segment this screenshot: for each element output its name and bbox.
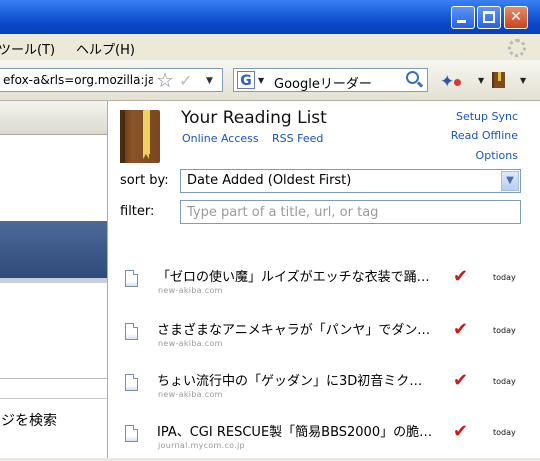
item-domain: journal.mycom.co.jp: [158, 441, 245, 450]
item-date: today: [493, 326, 516, 335]
sort-select[interactable]: Date Added (Oldest First) ▼: [180, 169, 521, 193]
page-tab[interactable]: [0, 101, 107, 135]
page-banner: [0, 221, 107, 278]
sidebar-title: Your Reading List: [181, 108, 327, 128]
item-title[interactable]: さまざまなアニメキャラが「パンヤ」でダンスを披露…: [157, 319, 435, 338]
page-search-text[interactable]: ジを検索: [1, 410, 57, 430]
document-icon: [125, 323, 138, 340]
mark-read-checkmark-icon[interactable]: ✔: [453, 421, 468, 442]
filter-label: filter:: [120, 204, 155, 219]
divider: [0, 398, 107, 399]
reading-list-dropdown-icon[interactable]: ▼: [520, 76, 526, 85]
menubar: ツール(T) ヘルプ(H): [0, 34, 540, 60]
google-engine-icon[interactable]: G: [237, 71, 255, 89]
search-bar[interactable]: G ▼ Googleリーダー: [233, 68, 428, 92]
document-icon: [125, 425, 138, 442]
filter-input[interactable]: [180, 200, 521, 224]
engine-dropdown-icon[interactable]: ▼: [258, 76, 264, 85]
online-access-link[interactable]: Online Access: [182, 132, 259, 145]
maximize-button[interactable]: [477, 6, 501, 29]
divider: [0, 378, 107, 379]
close-button[interactable]: ✕: [504, 6, 528, 29]
item-date: today: [493, 428, 516, 437]
addon-dropdown-icon[interactable]: ▼: [478, 76, 484, 85]
bookmark-star-icon[interactable]: ☆: [156, 69, 174, 91]
item-title[interactable]: ちょい流行中の「ゲッダン」に3D初音ミクや魔理…: [157, 370, 435, 389]
window-titlebar: ✕: [0, 0, 540, 34]
document-icon: [125, 374, 138, 391]
document-icon: [125, 270, 138, 287]
addon-icon[interactable]: ✦: [440, 72, 454, 92]
addon-badge-icon: [454, 79, 461, 86]
item-title[interactable]: 「ゼロの使い魔」ルイズがエッチな衣装で踊っち…: [157, 266, 435, 285]
reading-list-sidebar: Your Reading List Online Access RSS Feed…: [107, 101, 540, 458]
mark-read-checkmark-icon[interactable]: ✔: [453, 266, 468, 287]
book-icon: [120, 110, 160, 163]
list-item[interactable]: さまざまなアニメキャラが「パンヤ」でダンスを披露… new-akiba.com …: [108, 315, 540, 359]
sort-value: Date Added (Oldest First): [187, 173, 352, 188]
magnifier-icon[interactable]: [406, 71, 419, 84]
read-offline-link[interactable]: Read Offline: [451, 129, 518, 142]
item-domain: new-akiba.com: [158, 339, 223, 348]
item-date: today: [493, 377, 516, 386]
maximize-icon: [483, 11, 495, 23]
mark-read-checkmark-icon[interactable]: ✔: [453, 370, 468, 391]
item-domain: new-akiba.com: [158, 286, 223, 295]
page-content: ジを検索: [0, 101, 107, 458]
url-dropdown-icon[interactable]: ▼: [206, 76, 213, 86]
item-domain: new-akiba.com: [158, 390, 223, 399]
mark-read-checkmark-icon[interactable]: ✔: [453, 319, 468, 340]
menu-tools[interactable]: ツール(T): [0, 39, 55, 58]
menu-help[interactable]: ヘルプ(H): [76, 39, 135, 58]
item-date: today: [493, 273, 516, 282]
setup-sync-link[interactable]: Setup Sync: [456, 110, 518, 123]
page-divider: [0, 278, 107, 283]
list-item[interactable]: ちょい流行中の「ゲッダン」に3D初音ミクや魔理… new-akiba.com ✔…: [108, 366, 540, 410]
rss-feed-link[interactable]: RSS Feed: [272, 132, 323, 145]
search-input[interactable]: Googleリーダー: [274, 73, 372, 92]
sort-label: sort by:: [120, 173, 169, 188]
close-icon: ✕: [510, 9, 522, 25]
chevron-down-icon[interactable]: ▼: [501, 171, 519, 191]
minimize-icon: [457, 20, 466, 23]
options-link[interactable]: Options: [476, 149, 518, 162]
url-text: efox-a&rls=org.mozilla:ja: [3, 73, 153, 87]
ribbon: [143, 110, 150, 159]
checkmark-icon: ✓: [179, 71, 193, 90]
minimize-button[interactable]: [451, 6, 475, 29]
item-title[interactable]: IPA、CGI RESCUE製「簡易BBS2000」の脆…: [157, 421, 435, 440]
list-item[interactable]: 「ゼロの使い魔」ルイズがエッチな衣装で踊っち… new-akiba.com ✔ …: [108, 262, 540, 306]
list-item[interactable]: IPA、CGI RESCUE製「簡易BBS2000」の脆… journal.my…: [108, 417, 540, 461]
navigation-toolbar: efox-a&rls=org.mozilla:ja ☆ ✓ ▼ G ▼ Goog…: [0, 60, 540, 101]
throbber-icon: [508, 39, 526, 57]
url-bar[interactable]: efox-a&rls=org.mozilla:ja ☆ ✓ ▼: [0, 68, 223, 92]
reading-list-toolbar-icon[interactable]: [492, 72, 505, 88]
